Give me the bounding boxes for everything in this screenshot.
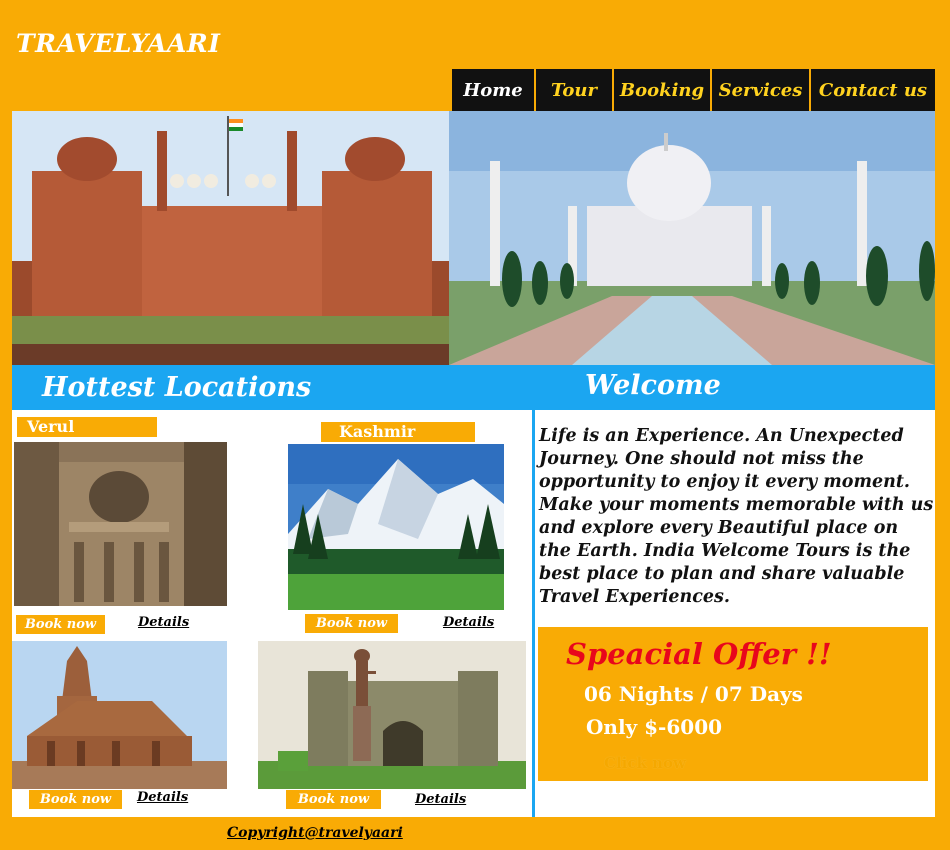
- content-panel: Verul Ajantha Book now Details Kashmir: [12, 410, 935, 817]
- temple-image: [12, 641, 227, 789]
- shaniwar-wada-image: [258, 641, 526, 789]
- book-now-button-4[interactable]: Book now: [286, 790, 381, 809]
- main-nav: Home Tour Booking Services Contact us: [452, 69, 935, 111]
- section-header-band: Hottest Locations Welcome: [12, 365, 935, 410]
- special-offer-box: Speacial Offer !! 06 Nights / 07 Days On…: [538, 627, 928, 781]
- hottest-locations-heading: Hottest Locations: [42, 372, 312, 403]
- nav-contact-us[interactable]: Contact us: [811, 69, 935, 111]
- taj-mahal-image: [449, 111, 935, 365]
- location-label-kashmir: Kashmir: [321, 422, 475, 442]
- details-link-2[interactable]: Details: [443, 615, 494, 630]
- nav-home[interactable]: Home: [452, 69, 536, 111]
- ajantha-caves-image: [14, 442, 227, 606]
- column-divider: [532, 410, 535, 817]
- copyright-link[interactable]: Copyright@travelyaari: [227, 825, 403, 841]
- book-now-button-3[interactable]: Book now: [29, 790, 122, 809]
- details-link-1[interactable]: Details: [138, 615, 189, 630]
- kashmir-mountains-image: [288, 444, 504, 610]
- nav-services[interactable]: Services: [712, 69, 811, 111]
- offer-click-now-button[interactable]: Click now: [604, 754, 686, 772]
- book-now-button-1[interactable]: Book now: [16, 615, 105, 634]
- red-fort-image: [12, 111, 449, 365]
- site-logo[interactable]: TRAVELYAARI: [16, 29, 220, 58]
- nav-booking[interactable]: Booking: [614, 69, 712, 111]
- offer-price: Only $-6000: [586, 715, 723, 739]
- nav-tour[interactable]: Tour: [536, 69, 614, 111]
- welcome-heading: Welcome: [585, 370, 721, 401]
- details-link-3[interactable]: Details: [137, 790, 188, 805]
- details-link-4[interactable]: Details: [415, 792, 466, 807]
- offer-duration: 06 Nights / 07 Days: [584, 682, 803, 706]
- offer-title: Speacial Offer !!: [566, 637, 832, 671]
- welcome-paragraph: Life is an Experience. An Unexpected Jou…: [539, 426, 934, 607]
- hero-banner: [12, 111, 935, 365]
- location-label-verul-ajantha: Verul Ajantha: [17, 417, 157, 456]
- book-now-button-2[interactable]: Book now: [305, 614, 398, 633]
